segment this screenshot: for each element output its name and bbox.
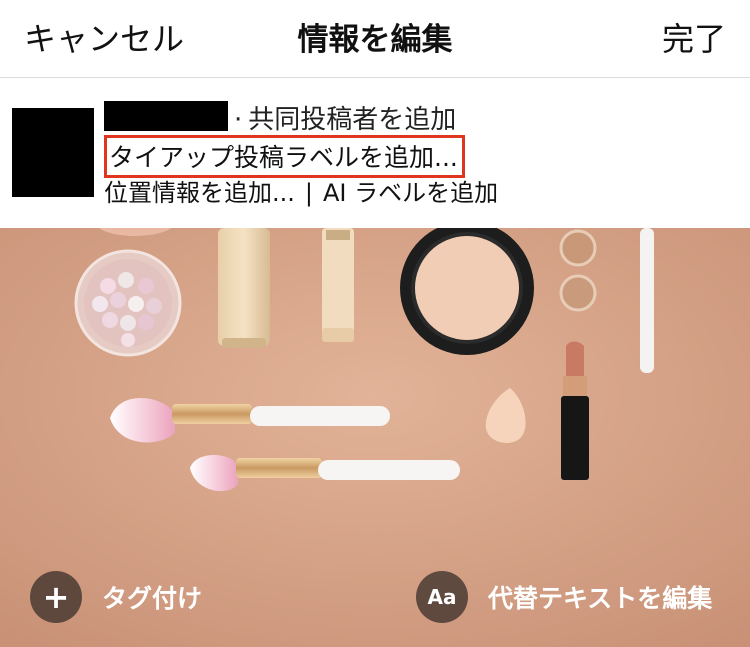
foundation-bottle [218,228,270,348]
separator-dot: · [234,105,243,135]
post-thumbnail [12,108,94,197]
done-button[interactable]: 完了 [662,14,726,60]
post-info-section: · 共同投稿者を追加 タイアップ投稿ラベルを追加... 位置情報を追加... | AI… [0,79,750,228]
divider: | [304,179,313,207]
add-tieup-label-link[interactable]: タイアップ投稿ラベルを追加... [104,135,465,178]
eyeshadow-pan [559,274,597,312]
pearl-jar [74,249,182,357]
location-ai-row: 位置情報を追加... | AI ラベルを追加 [104,173,498,208]
header-bar: キャンセル 情報を編集 完了 [0,0,750,78]
tag-people-button[interactable]: + タグ付け [30,571,202,623]
eyeshadow-pan [559,229,597,267]
post-photo: + タグ付け Aa 代替テキストを編集 [0,228,750,647]
add-coauthor-link[interactable]: 共同投稿者を追加 [248,105,456,135]
edit-alt-text-button[interactable]: Aa 代替テキストを編集 [416,571,712,623]
text-aa-icon: Aa [416,571,468,623]
add-ai-label-link[interactable]: AI ラベルを追加 [323,179,498,207]
concealer-tube [322,228,354,342]
cancel-button[interactable]: キャンセル [24,14,184,60]
tag-people-label: タグ付け [102,584,203,613]
thin-brush [640,228,654,373]
add-location-link[interactable]: 位置情報を追加... [104,179,295,207]
redacted-username [104,101,228,131]
coauthor-row[interactable]: · 共同投稿者を追加 [234,99,456,136]
edit-alt-text-label: 代替テキストを編集 [488,584,713,613]
plus-icon: + [30,571,82,623]
